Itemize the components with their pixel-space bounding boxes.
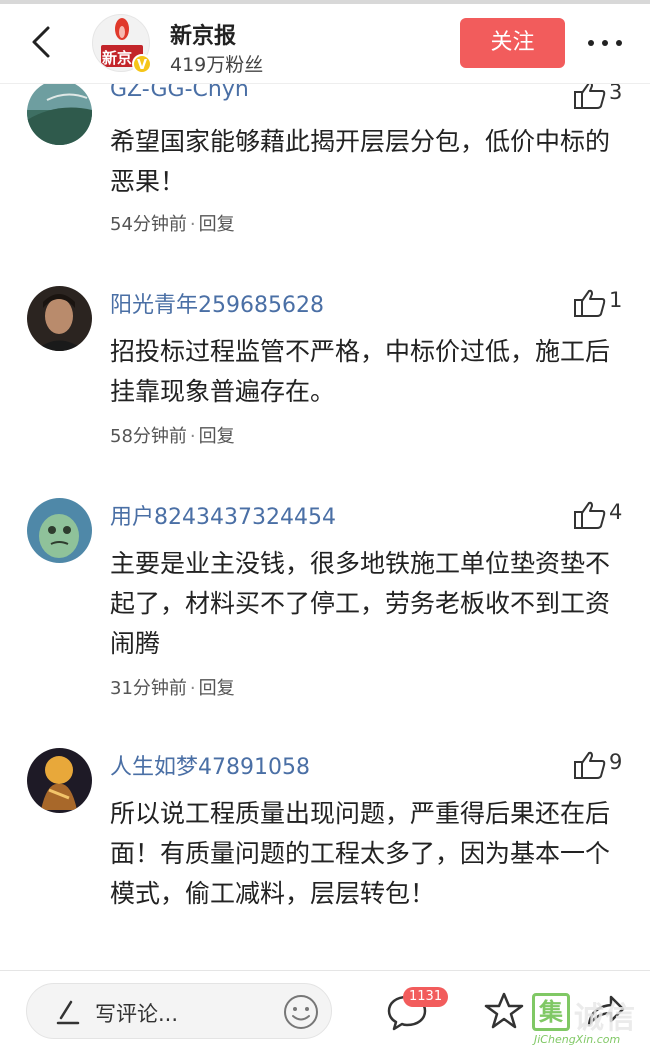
comment-list[interactable]: GZ-GG-Chyh 3 希望国家能够藉此揭开层层分包，低价中标的恶果！ 54分…	[0, 84, 650, 970]
reply-link[interactable]: 回复	[199, 214, 235, 235]
user-avatar[interactable]	[27, 748, 92, 813]
comment-time: 58分钟前	[110, 426, 187, 447]
user-avatar[interactable]	[27, 84, 92, 145]
comment-text: 希望国家能够藉此揭开层层分包，低价中标的恶果！	[110, 127, 611, 196]
comment-username[interactable]: GZ-GG-Chyh	[110, 84, 249, 102]
comment-time: 31分钟前	[110, 678, 187, 699]
logo-text: 新京	[102, 49, 133, 67]
header: 新京 V 新京报 419万粉丝 关注	[0, 4, 650, 84]
comment-meta: 54分钟前 · 回复	[110, 214, 235, 235]
comment-item: 阳光青年259685628 1 招投标过程监管不严格，中标价过低，施工后挂靠现象…	[0, 282, 650, 462]
account-avatar[interactable]: 新京 V	[92, 14, 154, 76]
comment-time: 54分钟前	[110, 214, 187, 235]
verified-icon: V	[132, 54, 152, 74]
bottom-toolbar: 写评论... 1131 集 诚信 JiChengXin.com	[0, 970, 650, 1047]
watermark: 集 诚信 JiChengXin.com	[532, 993, 650, 1047]
comment-text: 主要是业主没钱，很多地铁施工单位垫资垫不起了，材料买不了停工，劳务老板收不到工资…	[110, 549, 611, 658]
back-arrow-icon	[32, 26, 50, 58]
pen-icon	[56, 1000, 80, 1025]
watermark-box: 集	[532, 993, 570, 1031]
like-button[interactable]	[572, 84, 608, 110]
reply-link[interactable]: 回复	[199, 678, 235, 699]
like-button[interactable]	[572, 288, 608, 318]
comment-text: 招投标过程监管不严格，中标价过低，施工后挂靠现象普遍存在。	[110, 337, 611, 406]
comment-meta: 31分钟前 · 回复	[110, 678, 235, 699]
comment-count-badge: 1131	[403, 987, 449, 1007]
comment-item: 用户8243437324454 4 主要是业主没钱，很多地铁施工单位垫资垫不起了…	[0, 494, 650, 699]
like-count: 9	[609, 750, 623, 774]
thumbs-up-icon	[574, 289, 606, 317]
follow-button[interactable]: 关注	[460, 18, 565, 68]
like-count: 1	[609, 288, 623, 312]
star-icon[interactable]	[484, 991, 524, 1031]
thumbs-up-icon	[574, 751, 606, 779]
comment-username[interactable]: 阳光青年259685628	[110, 287, 324, 319]
like-button[interactable]	[572, 500, 608, 530]
watermark-url: JiChengXin.com	[534, 1033, 621, 1046]
follower-count: 419万粉丝	[170, 54, 264, 76]
user-avatar[interactable]	[27, 498, 92, 563]
comment-placeholder: 写评论...	[95, 1002, 179, 1026]
more-icon	[588, 40, 622, 46]
user-avatar[interactable]	[27, 286, 92, 351]
more-button[interactable]	[585, 30, 625, 56]
comment-input[interactable]: 写评论...	[26, 983, 332, 1039]
thumbs-up-icon	[574, 501, 606, 529]
like-count: 3	[609, 84, 623, 104]
like-count: 4	[609, 500, 623, 524]
account-name[interactable]: 新京报	[170, 18, 236, 50]
comment-username[interactable]: 人生如梦47891058	[110, 749, 310, 781]
comment-item: 人生如梦47891058 9 所以说工程质量出现问题，严重得后果还在后面！有质量…	[0, 744, 650, 970]
comment-text: 所以说工程质量出现问题，严重得后果还在后面！有质量问题的工程太多了，因为基本一个…	[110, 799, 611, 908]
emoji-icon[interactable]	[283, 994, 319, 1030]
comment-item: GZ-GG-Chyh 3 希望国家能够藉此揭开层层分包，低价中标的恶果！ 54分…	[0, 84, 650, 242]
comment-username[interactable]: 用户8243437324454	[110, 499, 336, 531]
back-button[interactable]	[22, 22, 62, 62]
comment-meta: 58分钟前 · 回复	[110, 426, 235, 447]
watermark-text: 诚信	[574, 1001, 636, 1036]
reply-link[interactable]: 回复	[199, 426, 235, 447]
thumbs-up-icon	[574, 84, 606, 109]
like-button[interactable]	[572, 750, 608, 780]
